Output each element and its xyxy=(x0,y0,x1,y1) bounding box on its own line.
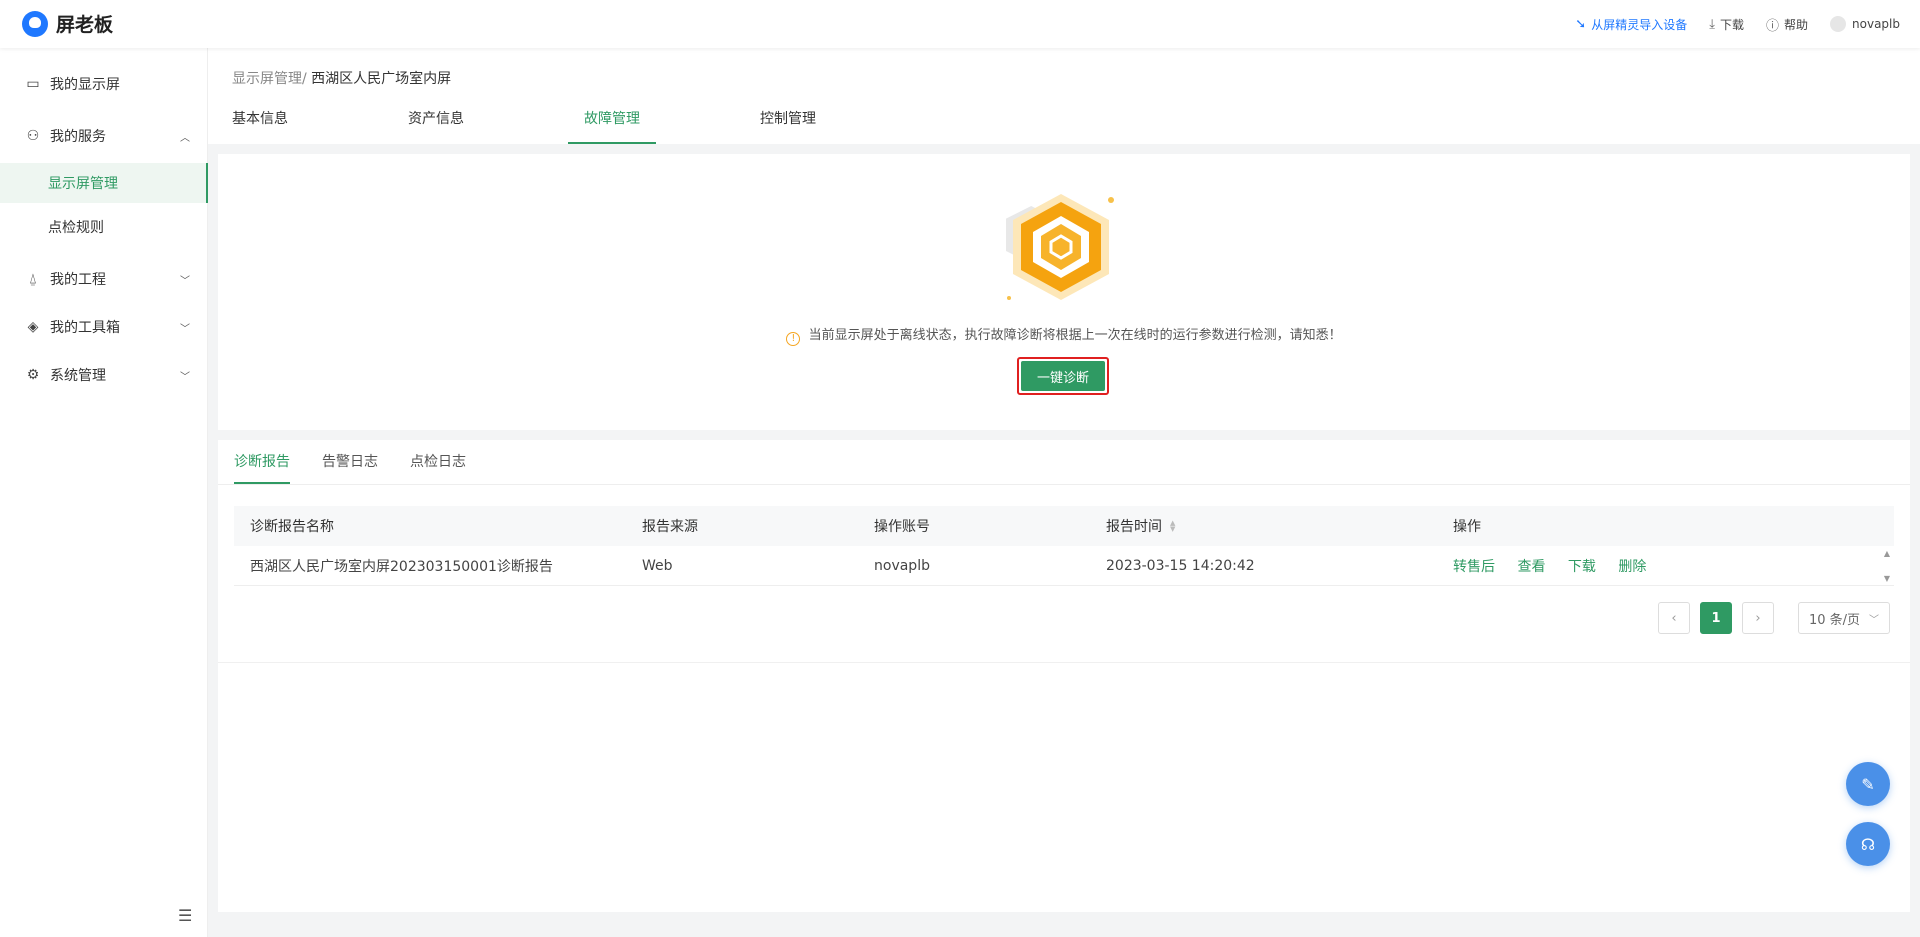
user-menu[interactable]: novaplb xyxy=(1830,16,1900,32)
column-header-name: 诊断报告名称 xyxy=(250,519,334,535)
chevron-up-icon: ︿ xyxy=(180,132,190,144)
tab-fault-management[interactable]: 故障管理 xyxy=(568,106,656,144)
help-icon: ⓘ xyxy=(1765,18,1779,34)
column-header-source: 报告来源 xyxy=(642,519,698,535)
report-actions-cell: 转售后 查看 下载 删除 xyxy=(1453,556,1873,576)
feedback-button[interactable]: ✎ xyxy=(1846,762,1890,806)
breadcrumb-parent[interactable]: 显示屏管理/ xyxy=(232,71,307,87)
tabs-divider xyxy=(218,484,1910,485)
warning-icon: ! xyxy=(786,332,801,346)
download-link[interactable]: ⤓ 下载 xyxy=(1709,16,1744,33)
report-tabs: 诊断报告 告警日志 点检日志 xyxy=(234,440,498,484)
breadcrumb: 显示屏管理/ 西湖区人民广场室内屏 xyxy=(232,68,451,88)
tab-basic-info[interactable]: 基本信息 xyxy=(232,106,304,144)
table-scrollbar[interactable]: ▲ ▼ xyxy=(1880,546,1894,586)
avatar xyxy=(1830,16,1847,32)
panel-divider xyxy=(218,662,1910,663)
edit-icon: ✎ xyxy=(1861,774,1875,794)
monitor-icon: ▭ xyxy=(26,76,40,92)
sidebar: ▭ 我的显示屏 ⚇ 我的服务 ︿ 显示屏管理 点检规则 ⍙ 我的工程 ﹀ ◈ 我… xyxy=(0,48,208,937)
table-header: 诊断报告名称 报告来源 操作账号 报告时间 ▲ ▼ 操作 xyxy=(234,506,1894,546)
report-account-cell: novaplb xyxy=(874,557,930,574)
one-click-diagnose-button[interactable]: 一键诊断 xyxy=(1021,361,1105,391)
top-bar: 屏老板 ➘ 从屏精灵导入设备 ⤓ 下载 ⓘ 帮助 novaplb xyxy=(0,0,1920,48)
detail-tabs: 基本信息 资产信息 故障管理 控制管理 xyxy=(232,106,920,144)
gear-icon: ⚙ xyxy=(26,367,40,383)
page-header: 显示屏管理/ 西湖区人民广场室内屏 基本信息 资产信息 故障管理 控制管理 xyxy=(208,48,1920,144)
prev-page-button[interactable]: ‹ xyxy=(1658,602,1690,634)
column-header-account: 操作账号 xyxy=(874,519,930,535)
tab-control-management[interactable]: 控制管理 xyxy=(744,106,832,144)
diagnose-button-highlight: 一键诊断 xyxy=(1017,357,1109,395)
sidebar-subitem-display-management[interactable]: 显示屏管理 xyxy=(0,163,208,203)
sidebar-item-system-management[interactable]: ⚙ 系统管理 ﹀ xyxy=(0,353,208,397)
next-page-button[interactable]: › xyxy=(1742,602,1774,634)
sidebar-item-my-toolbox[interactable]: ◈ 我的工具箱 ﹀ xyxy=(0,305,208,349)
pagination: ‹ 1 › 10 条/页 ﹀ xyxy=(1648,602,1890,634)
report-table: 诊断报告名称 报告来源 操作账号 报告时间 ▲ ▼ 操作 西湖区人民广场室内屏20… xyxy=(234,506,1894,586)
download-report-link[interactable]: 下载 xyxy=(1568,559,1596,575)
chevron-down-icon: ﹀ xyxy=(180,371,190,383)
report-source-cell: Web xyxy=(642,557,673,574)
tab-inspection-logs[interactable]: 点检日志 xyxy=(410,440,466,484)
app-name: 屏老板 xyxy=(56,14,114,36)
customer-service-button[interactable]: ☊ xyxy=(1846,822,1890,866)
column-header-actions: 操作 xyxy=(1453,519,1481,535)
sidebar-item-my-displays[interactable]: ▭ 我的显示屏 xyxy=(0,62,208,106)
logo-icon xyxy=(22,10,48,37)
page-button[interactable]: 1 xyxy=(1700,602,1732,634)
project-icon: ⍙ xyxy=(28,271,38,287)
tab-alarm-logs[interactable]: 告警日志 xyxy=(322,440,378,484)
scroll-down-icon[interactable]: ▼ xyxy=(1884,574,1890,583)
report-name-cell: 西湖区人民广场室内屏202303150001诊断报告 xyxy=(250,558,553,575)
download-icon: ⤓ xyxy=(1709,16,1715,32)
headset-icon: ☊ xyxy=(1860,834,1876,854)
sidebar-item-my-projects[interactable]: ⍙ 我的工程 ﹀ xyxy=(0,257,208,301)
sort-icon[interactable]: ▲ ▼ xyxy=(1170,520,1175,533)
transfer-aftersales-link[interactable]: 转售后 xyxy=(1453,559,1495,575)
user-icon: ⚇ xyxy=(26,128,40,144)
layers-icon: ◈ xyxy=(27,319,39,335)
page-size-select[interactable]: 10 条/页 ﹀ xyxy=(1798,602,1890,634)
chevron-down-icon: ﹀ xyxy=(180,275,190,287)
diagnosis-illustration-icon xyxy=(997,186,1125,310)
diagnosis-panel: ! 当前显示屏处于离线状态，执行故障诊断将根据上一次在线时的运行参数进行检测，请… xyxy=(218,154,1910,430)
app-logo[interactable]: 屏老板 xyxy=(22,10,113,37)
tab-diagnosis-reports[interactable]: 诊断报告 xyxy=(234,440,290,484)
table-row: 西湖区人民广场室内屏202303150001诊断报告 Web novaplb 2… xyxy=(234,546,1894,586)
scroll-up-icon[interactable]: ▲ xyxy=(1884,549,1890,558)
tab-asset-info[interactable]: 资产信息 xyxy=(392,106,480,144)
chevron-down-icon: ﹀ xyxy=(180,323,190,335)
delete-link[interactable]: 删除 xyxy=(1618,559,1646,575)
chevron-down-icon: ﹀ xyxy=(1869,614,1879,626)
collapse-sidebar-icon[interactable]: ☰ xyxy=(178,906,192,925)
help-link[interactable]: ⓘ 帮助 xyxy=(1766,15,1808,34)
view-link[interactable]: 查看 xyxy=(1517,559,1545,575)
column-header-time[interactable]: 报告时间 ▲ ▼ xyxy=(1106,516,1453,536)
breadcrumb-current: 西湖区人民广场室内屏 xyxy=(311,71,452,87)
sidebar-subitem-inspection-rules[interactable]: 点检规则 xyxy=(0,207,208,247)
report-panel: 诊断报告 告警日志 点检日志 诊断报告名称 报告来源 操作账号 报告时间 ▲ ▼ … xyxy=(218,440,1910,912)
offline-notice: ! 当前显示屏处于离线状态，执行故障诊断将根据上一次在线时的运行参数进行检测，请… xyxy=(218,324,1910,346)
import-icon: ➘ xyxy=(1575,16,1587,32)
report-time-cell: 2023-03-15 14:20:42 xyxy=(1106,557,1255,574)
import-devices-link[interactable]: ➘ 从屏精灵导入设备 xyxy=(1575,16,1687,33)
sidebar-item-my-services[interactable]: ⚇ 我的服务 ︿ xyxy=(0,114,208,158)
